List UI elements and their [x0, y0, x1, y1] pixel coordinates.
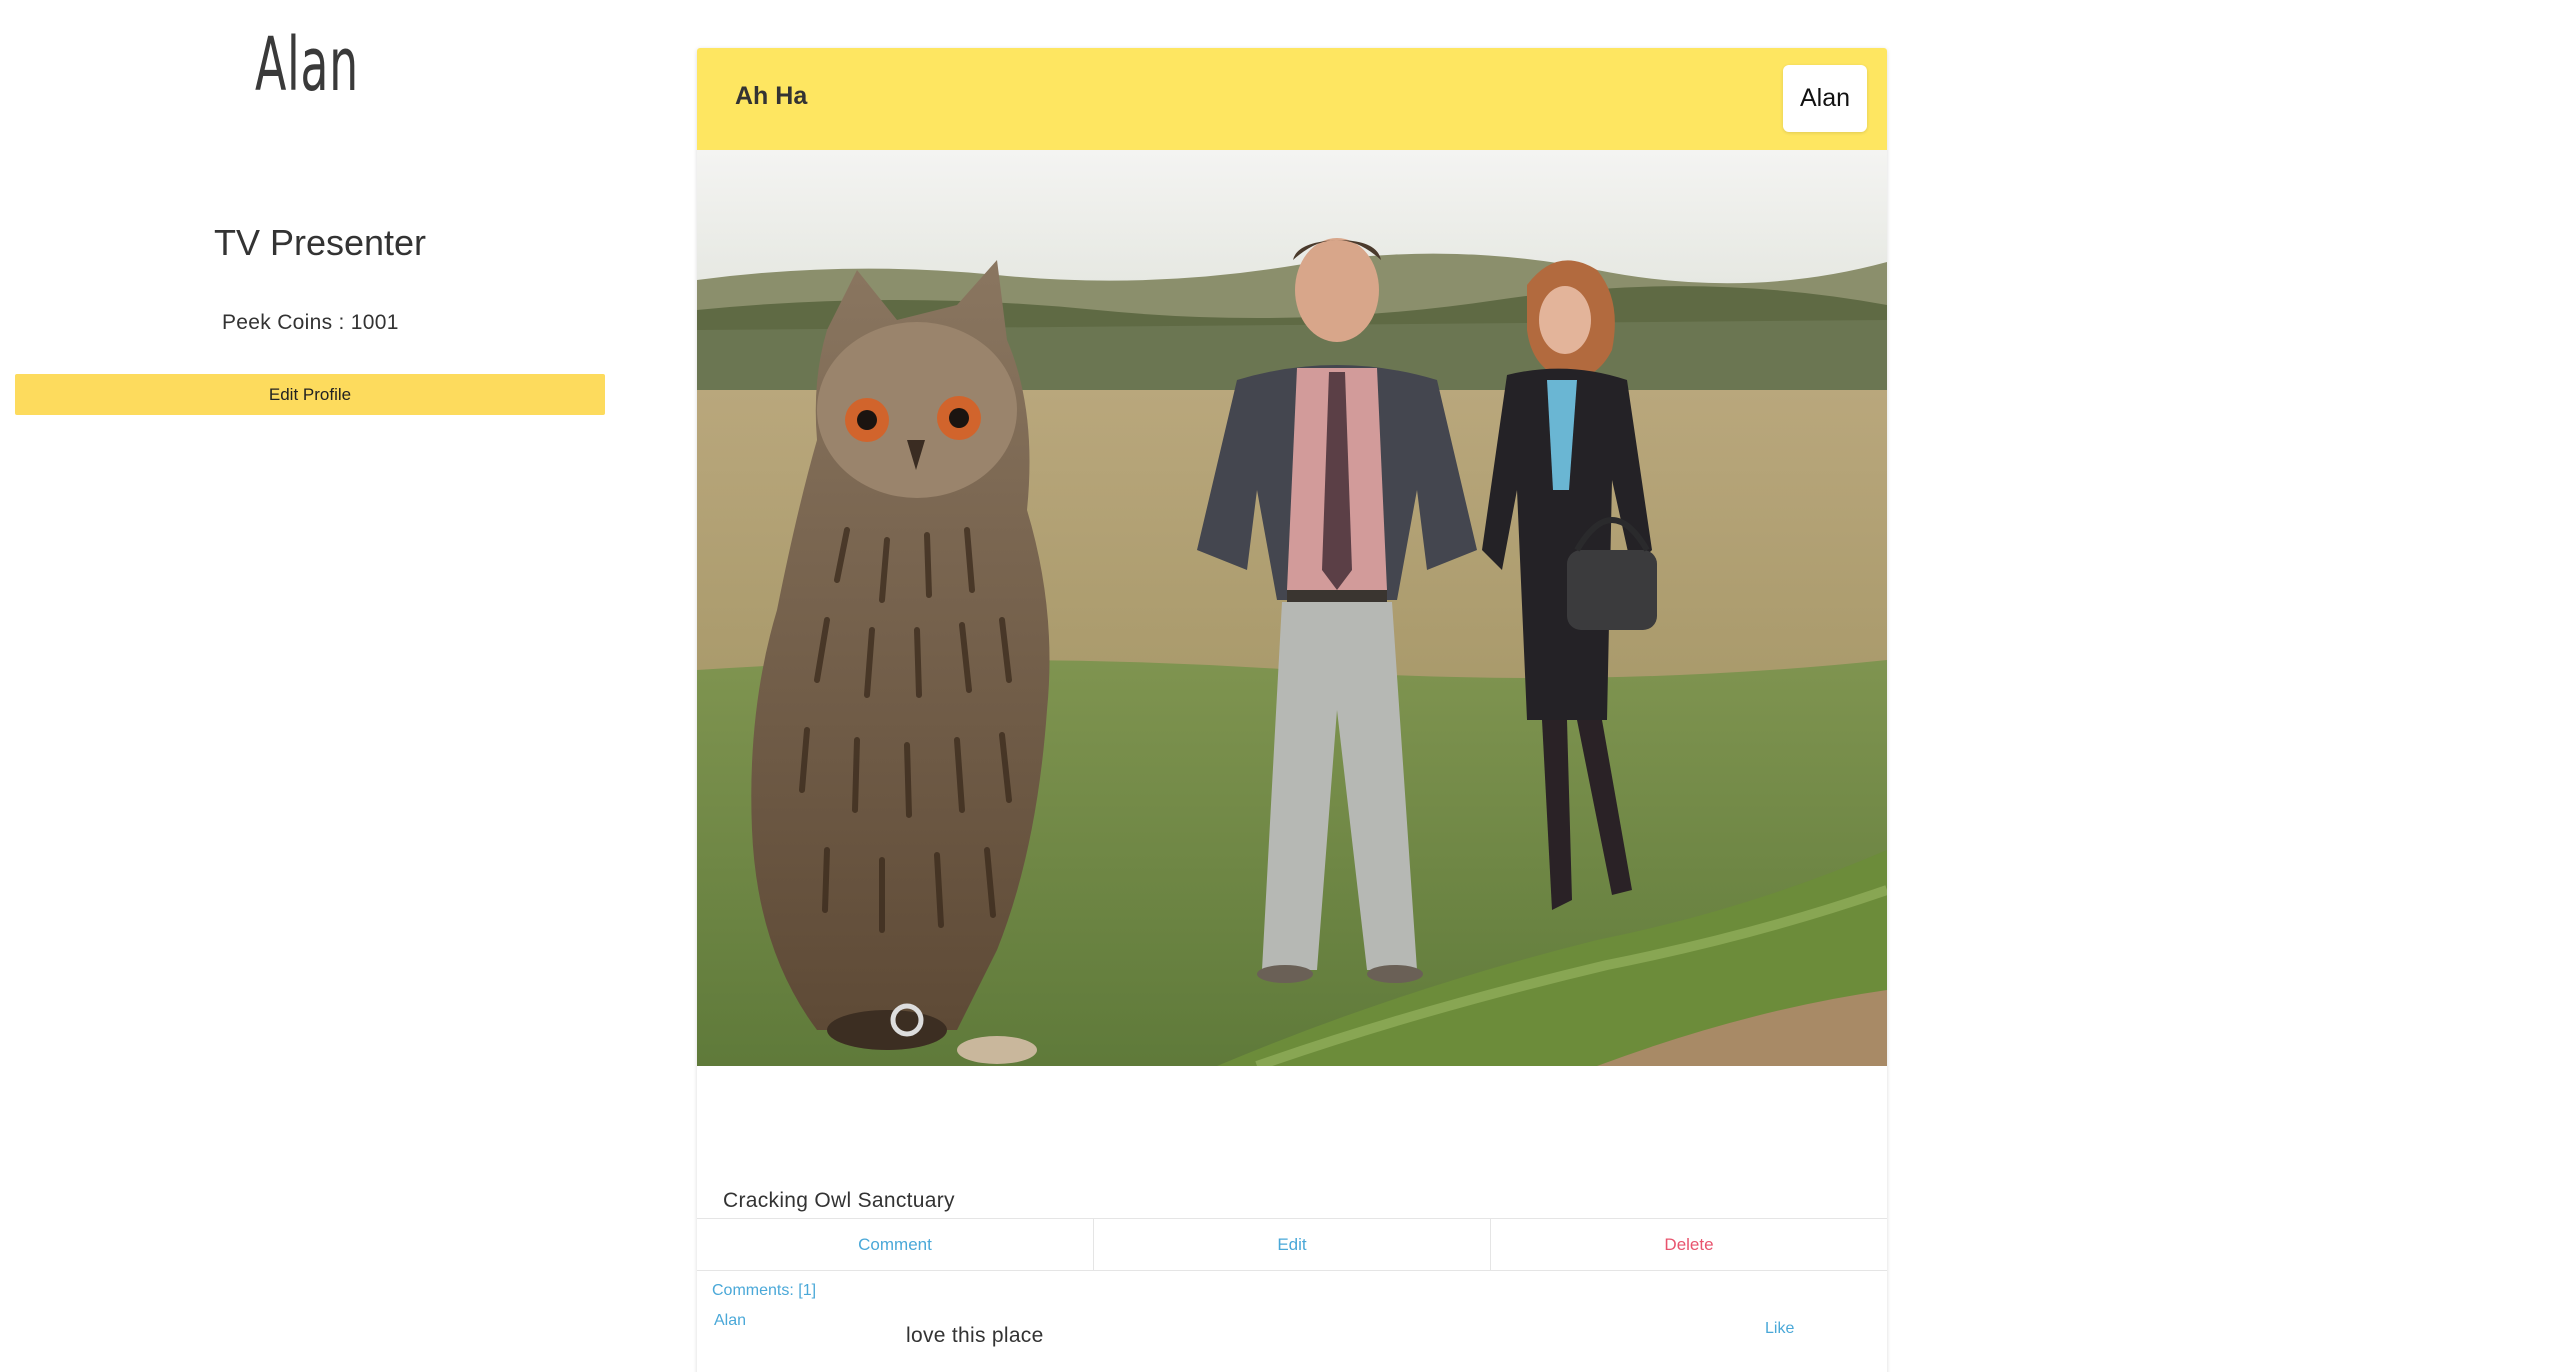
profile-name: Alan: [255, 22, 359, 108]
comment-like-button[interactable]: Like: [1765, 1320, 1794, 1338]
peek-coins-label: Peek Coins :: [222, 311, 351, 334]
post-card: Ah Ha Alan Cracking Owl Sanctuary Commen…: [697, 48, 1887, 1372]
post-caption: Cracking Owl Sanctuary: [723, 1189, 955, 1212]
post-image: [697, 150, 1887, 1066]
post-author-chip[interactable]: Alan: [1783, 65, 1867, 132]
delete-post-button[interactable]: Delete: [1491, 1219, 1887, 1270]
edit-post-button[interactable]: Edit: [1094, 1219, 1491, 1270]
comment-button[interactable]: Comment: [697, 1219, 1094, 1270]
profile-title: TV Presenter: [213, 222, 427, 263]
peek-coins-value: 1001: [350, 311, 399, 334]
peek-coins: Peek Coins : 1001: [222, 311, 399, 335]
comments-count[interactable]: Comments: [1]: [712, 1282, 816, 1300]
edit-profile-button[interactable]: Edit Profile: [15, 374, 605, 415]
comment-text: love this place: [906, 1324, 1044, 1347]
profile-sidebar: Alan TV Presenter Peek Coins : 1001 Edit…: [0, 0, 620, 1372]
comment-author[interactable]: Alan: [714, 1312, 746, 1330]
page: Alan TV Presenter Peek Coins : 1001 Edit…: [0, 0, 2555, 1372]
post-photo-illustration: [697, 150, 1887, 1066]
post-action-bar: Comment Edit Delete: [697, 1218, 1887, 1271]
post-header: Ah Ha Alan: [697, 48, 1887, 150]
comments-section: Comments: [1] Alan love this place Like: [697, 1270, 1887, 1372]
post-title: Ah Ha: [735, 82, 808, 110]
